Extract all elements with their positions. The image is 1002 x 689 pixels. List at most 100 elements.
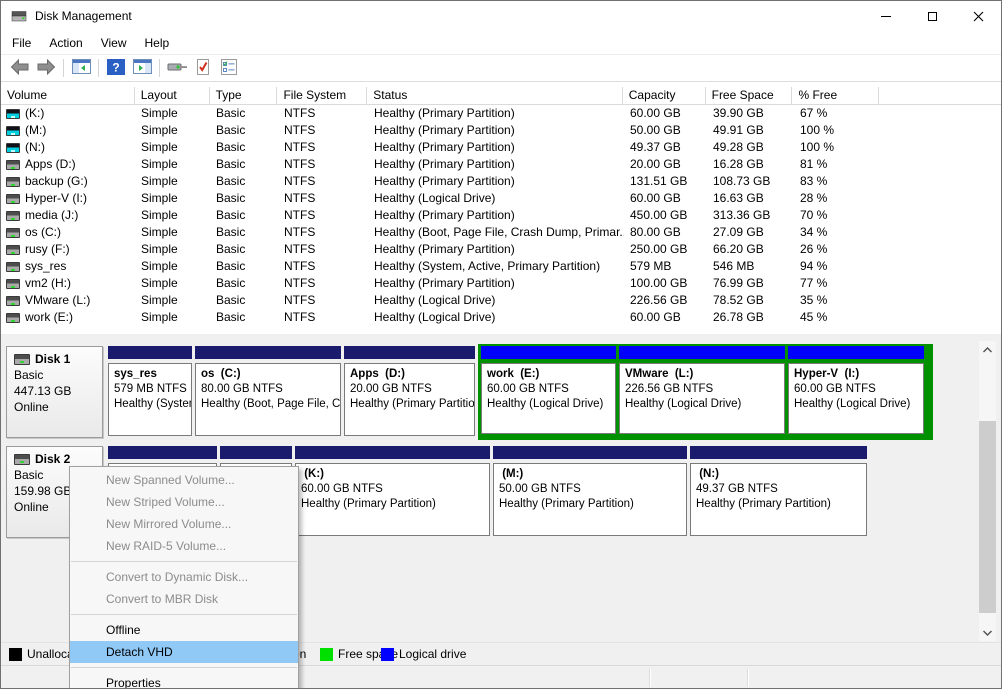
file-system-cell: NTFS [278, 105, 368, 122]
context-menu-item-detach-vhd[interactable]: Detach VHD [70, 641, 298, 663]
scroll-down-icon[interactable] [979, 624, 996, 641]
help-button[interactable]: ? [103, 56, 129, 80]
vhd-disk-icon [6, 109, 20, 119]
menu-file[interactable]: File [3, 32, 40, 54]
disk-icon [14, 454, 30, 465]
action-pane-button[interactable] [129, 56, 155, 80]
layout-cell: Simple [135, 275, 210, 292]
task-list-button[interactable] [216, 56, 242, 80]
capacity-cell: 50.00 GB [624, 122, 707, 139]
disk-title: Disk 1 [35, 351, 70, 367]
file-system-cell: NTFS [278, 207, 368, 224]
column-header-volume[interactable]: Volume [1, 87, 135, 104]
disk-label-1[interactable]: Disk 1Basic447.13 GBOnline [6, 346, 103, 438]
column-header-status[interactable]: Status [367, 87, 622, 104]
partition-os (C:)[interactable]: os (C:)80.00 GB NTFSHealthy (Boot, Page … [195, 346, 341, 440]
table-row[interactable]: sys_resSimpleBasicNTFSHealthy (System, A… [1, 258, 1001, 275]
menu-help[interactable]: Help [136, 32, 179, 54]
disk-management-window: Disk Management FileActionViewHelp ? Vol… [0, 0, 1002, 689]
table-row[interactable]: os (C:)SimpleBasicNTFSHealthy (Boot, Pag… [1, 224, 1001, 241]
check-document-button[interactable] [190, 56, 216, 80]
scrollbar-thumb[interactable] [979, 421, 996, 613]
capacity-cell: 80.00 GB [624, 224, 707, 241]
volume-cell: (K:) [1, 105, 135, 122]
volume-name: rusy (F:) [25, 241, 70, 258]
partition-size: 50.00 GB NTFS [499, 482, 686, 497]
context-menu-item-properties[interactable]: Properties [70, 672, 298, 689]
table-row[interactable]: rusy (F:)SimpleBasicNTFSHealthy (Primary… [1, 241, 1001, 258]
extended-partition[interactable]: work (E:)60.00 GB NTFSHealthy (Logical D… [478, 344, 933, 440]
minimize-button[interactable] [863, 1, 909, 31]
partition-box: os (C:)80.00 GB NTFSHealthy (Boot, Page … [195, 363, 341, 436]
volume-name: Apps (D:) [25, 156, 76, 173]
back-button[interactable] [7, 56, 33, 80]
forward-button[interactable] [33, 56, 59, 80]
capacity-cell: 226.56 GB [624, 292, 707, 309]
disk-name: Disk 1 [14, 351, 102, 367]
partition-status: Healthy (Primary Partition) [301, 497, 489, 512]
partition-box: Apps (D:)20.00 GB NTFSHealthy (Primary P… [344, 363, 475, 436]
free-space-cell: 546 MB [707, 258, 794, 275]
legend-swatch [320, 648, 333, 661]
table-row[interactable]: work (E:)SimpleBasicNTFSHealthy (Logical… [1, 309, 1001, 326]
disk-1-partitions: sys_res579 MB NTFSHealthy (System, Activ… [108, 346, 933, 440]
status-cell: Healthy (Primary Partition) [368, 122, 624, 139]
partition-work (E:)[interactable]: work (E:)60.00 GB NTFSHealthy (Logical D… [481, 346, 616, 437]
partition-Hyper-V (I:)[interactable]: Hyper-V (I:)60.00 GB NTFSHealthy (Logica… [788, 346, 924, 437]
table-row[interactable]: Apps (D:)SimpleBasicNTFSHealthy (Primary… [1, 156, 1001, 173]
disk-title: Disk 2 [35, 451, 70, 467]
table-row[interactable]: (K:)SimpleBasicNTFSHealthy (Primary Part… [1, 105, 1001, 122]
volume-name: (N:) [25, 139, 45, 156]
partition-(N:)[interactable]: (N:)49.37 GB NTFSHealthy (Primary Partit… [690, 446, 867, 536]
partition-(M:)[interactable]: (M:)50.00 GB NTFSHealthy (Primary Partit… [493, 446, 687, 536]
primary-partition-bar [344, 346, 475, 359]
disk-icon [6, 211, 20, 221]
file-system-cell: NTFS [278, 241, 368, 258]
menu-action[interactable]: Action [40, 32, 91, 54]
partition-status: Healthy (Logical Drive) [794, 397, 923, 412]
column-header-file-system[interactable]: File System [277, 87, 367, 104]
volume-cell: VMware (L:) [1, 292, 135, 309]
layout-cell: Simple [135, 309, 210, 326]
status-cell: Healthy (System, Active, Primary Partiti… [368, 258, 624, 275]
table-row[interactable]: vm2 (H:)SimpleBasicNTFSHealthy (Primary … [1, 275, 1001, 292]
capacity-cell: 450.00 GB [624, 207, 707, 224]
partition-(K:)[interactable]: (K:)60.00 GB NTFSHealthy (Primary Partit… [295, 446, 490, 536]
column-header--free[interactable]: % Free [792, 87, 879, 104]
table-row[interactable]: (M:)SimpleBasicNTFSHealthy (Primary Part… [1, 122, 1001, 139]
type-cell: Basic [210, 309, 278, 326]
maximize-button[interactable] [909, 1, 955, 31]
table-row[interactable]: VMware (L:)SimpleBasicNTFSHealthy (Logic… [1, 292, 1001, 309]
context-menu-item-new-striped-volume: New Striped Volume... [70, 491, 298, 513]
table-row[interactable]: backup (G:)SimpleBasicNTFSHealthy (Prima… [1, 173, 1001, 190]
partition-label: Hyper-V (I:) [794, 367, 923, 382]
scroll-up-icon[interactable] [979, 341, 996, 358]
column-header-layout[interactable]: Layout [135, 87, 210, 104]
free-space-cell: 313.36 GB [707, 207, 794, 224]
column-header-type[interactable]: Type [210, 87, 278, 104]
volume-name: VMware (L:) [25, 292, 90, 309]
type-cell: Basic [210, 224, 278, 241]
partition-VMware (L:)[interactable]: VMware (L:)226.56 GB NTFSHealthy (Logica… [619, 346, 785, 437]
partition-Apps (D:)[interactable]: Apps (D:)20.00 GB NTFSHealthy (Primary P… [344, 346, 475, 440]
menu-view[interactable]: View [92, 32, 136, 54]
console-tree-button[interactable] [68, 56, 94, 80]
table-row[interactable]: media (J:)SimpleBasicNTFSHealthy (Primar… [1, 207, 1001, 224]
partition-label: Apps (D:) [350, 367, 474, 382]
column-header-capacity[interactable]: Capacity [623, 87, 706, 104]
free-space-cell: 16.63 GB [707, 190, 794, 207]
disk-name: Disk 2 [14, 451, 102, 467]
app-icon [11, 9, 27, 23]
layout-cell: Simple [135, 122, 210, 139]
disk-status-button[interactable] [164, 56, 190, 80]
partition-box: Hyper-V (I:)60.00 GB NTFSHealthy (Logica… [788, 363, 924, 434]
table-row[interactable]: Hyper-V (I:)SimpleBasicNTFSHealthy (Logi… [1, 190, 1001, 207]
partition-sys_res[interactable]: sys_res579 MB NTFSHealthy (System, Activ… [108, 346, 192, 440]
context-menu-item-offline[interactable]: Offline [70, 619, 298, 641]
column-header-free-space[interactable]: Free Space [706, 87, 793, 104]
close-button[interactable] [955, 1, 1001, 31]
pct-free-cell: 34 % [794, 224, 881, 241]
partition-status: Healthy (Primary Partition) [696, 497, 866, 512]
vertical-scrollbar[interactable] [979, 341, 996, 641]
table-row[interactable]: (N:)SimpleBasicNTFSHealthy (Primary Part… [1, 139, 1001, 156]
